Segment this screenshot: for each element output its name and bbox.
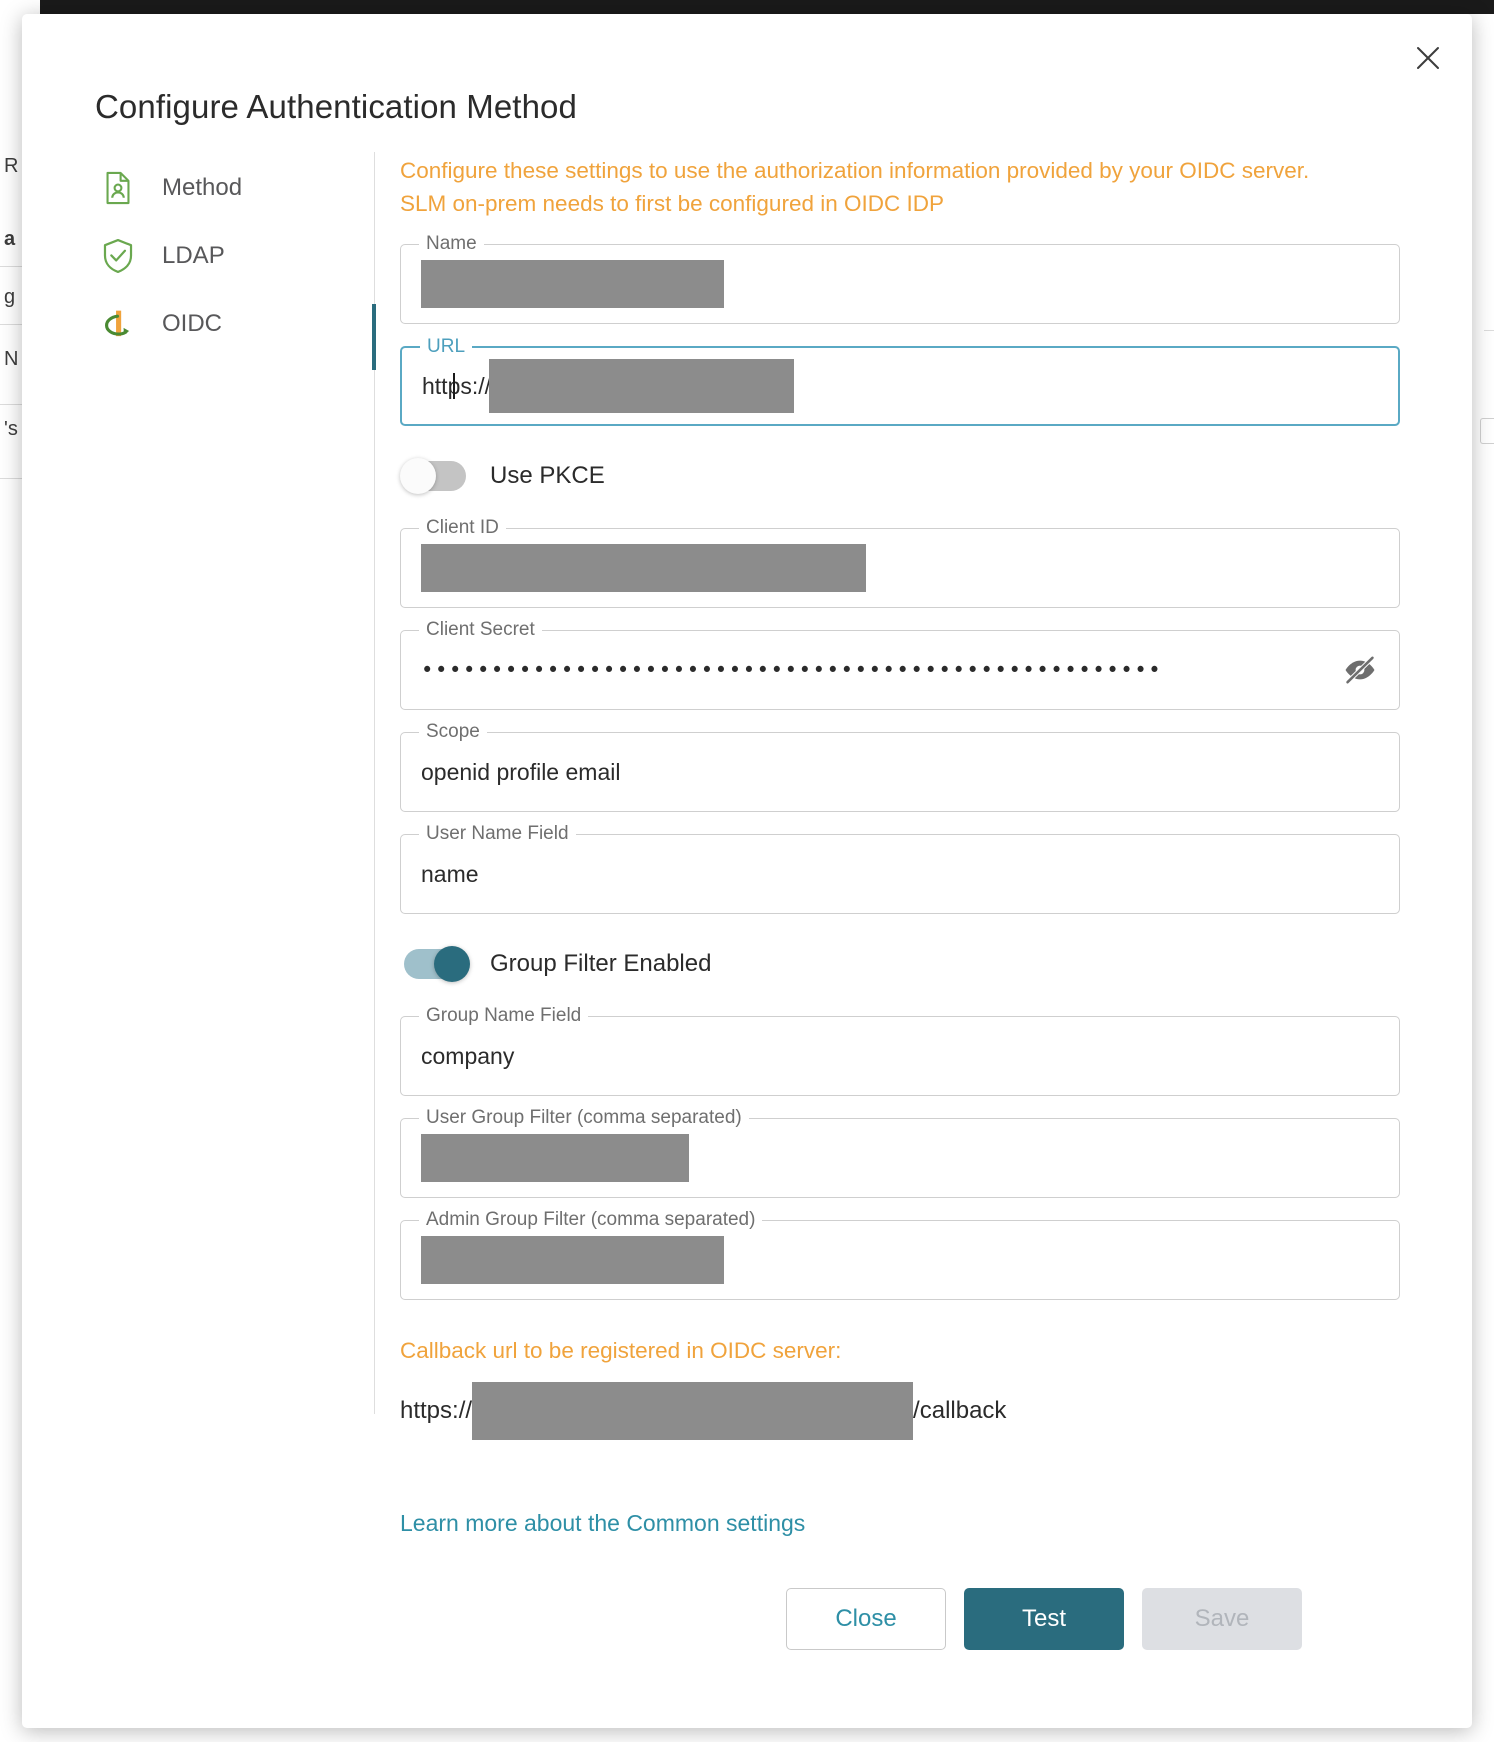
- form-hint-line-2: SLM on-prem needs to first be configured…: [400, 187, 1400, 220]
- oidc-key-icon: [100, 306, 136, 342]
- user-group-filter-field[interactable]: User Group Filter (comma separated): [400, 1118, 1400, 1198]
- background-text-fragment: N: [4, 348, 18, 371]
- background-panel-handle[interactable]: [1480, 418, 1494, 444]
- scope-field[interactable]: Scope openid profile email: [400, 732, 1400, 812]
- group-filter-enabled-toggle[interactable]: [404, 949, 466, 979]
- redacted-value: [421, 1236, 724, 1284]
- group-filter-enabled-label: Group Filter Enabled: [490, 950, 711, 978]
- redacted-value: [421, 544, 866, 592]
- client-id-field-value: [421, 529, 866, 607]
- group-filter-enabled-row: Group Filter Enabled: [400, 936, 1400, 992]
- toggle-knob: [434, 946, 470, 982]
- sidebar-nav: Method LDAP: [82, 154, 372, 358]
- client-secret-field[interactable]: Client Secret ••••••••••••••••••••••••••…: [400, 630, 1400, 710]
- url-prefix: https://: [422, 373, 491, 400]
- test-button[interactable]: Test: [964, 1588, 1124, 1650]
- admin-group-filter-field-value: [421, 1221, 724, 1299]
- sidebar-item-label: OIDC: [162, 310, 222, 338]
- configure-authentication-modal: Configure Authentication Method Method: [22, 14, 1472, 1728]
- modal-footer: Close Test Save: [22, 1588, 1472, 1650]
- save-button: Save: [1142, 1588, 1302, 1650]
- sidebar-item-label: LDAP: [162, 242, 225, 270]
- user-group-filter-field-value: [421, 1119, 689, 1197]
- background-divider-right: [1484, 330, 1494, 331]
- user-name-field[interactable]: User Name Field name: [400, 834, 1400, 914]
- user-name-field-value: name: [421, 835, 479, 913]
- learn-more-link[interactable]: Learn more about the Common settings: [400, 1510, 805, 1537]
- redacted-value: [421, 260, 724, 308]
- use-pkce-toggle[interactable]: [404, 461, 466, 491]
- group-name-field-value: company: [421, 1017, 514, 1095]
- sidebar-item-ldap[interactable]: LDAP: [82, 222, 372, 290]
- browser-top-bar: [0, 0, 1494, 14]
- name-field[interactable]: Name: [400, 244, 1400, 324]
- use-pkce-label: Use PKCE: [490, 462, 605, 490]
- sidebar-item-label: Method: [162, 174, 242, 202]
- redacted-value: [489, 359, 794, 413]
- redacted-value: [421, 1134, 689, 1182]
- background-text-fragment: R: [4, 155, 18, 178]
- client-id-field[interactable]: Client ID: [400, 528, 1400, 608]
- group-name-field[interactable]: Group Name Field company: [400, 1016, 1400, 1096]
- shield-check-icon: [100, 238, 136, 274]
- active-tab-marker: [372, 304, 376, 370]
- form-hint: Configure these settings to use the auth…: [400, 154, 1400, 220]
- name-field-value: [421, 245, 724, 323]
- url-field[interactable]: URL https://: [400, 346, 1400, 426]
- background-text-fragment: 's: [4, 418, 18, 441]
- screen: R a g N 's Configure Authentication Meth…: [0, 0, 1494, 1742]
- close-button[interactable]: Close: [786, 1588, 946, 1650]
- callback-url-suffix: /callback: [913, 1397, 1006, 1425]
- admin-group-filter-field[interactable]: Admin Group Filter (comma separated): [400, 1220, 1400, 1300]
- client-secret-masked-value: ••••••••••••••••••••••••••••••••••••••••…: [421, 631, 1162, 709]
- url-field-value: https://: [422, 348, 794, 424]
- toggle-knob: [400, 458, 436, 494]
- use-pkce-row: Use PKCE: [400, 448, 1400, 504]
- form-hint-line-1: Configure these settings to use the auth…: [400, 154, 1400, 187]
- close-icon[interactable]: [1408, 38, 1448, 78]
- oidc-settings-form: Configure these settings to use the auth…: [400, 154, 1400, 1537]
- callback-url-value: https:// /callback: [400, 1382, 1400, 1440]
- eye-off-icon[interactable]: [1343, 653, 1377, 687]
- document-person-icon: [100, 170, 136, 206]
- sidebar-item-oidc[interactable]: OIDC: [82, 290, 372, 358]
- redacted-value: [472, 1382, 913, 1440]
- page-title: Configure Authentication Method: [95, 88, 577, 126]
- sidebar-item-method[interactable]: Method: [82, 154, 372, 222]
- callback-url-prefix: https://: [400, 1397, 472, 1425]
- background-text-fragment: a: [4, 228, 15, 251]
- text-caret: [453, 373, 455, 399]
- callback-url-title: Callback url to be registered in OIDC se…: [400, 1338, 1400, 1364]
- background-text-fragment: g: [4, 286, 15, 309]
- scope-field-value: openid profile email: [421, 733, 620, 811]
